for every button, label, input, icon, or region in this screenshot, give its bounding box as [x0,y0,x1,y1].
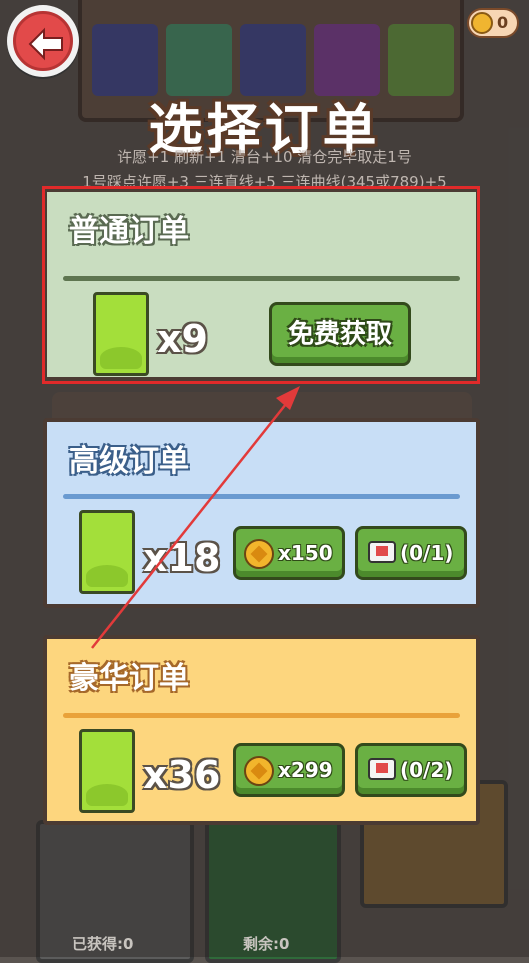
remaining-count: 剩余:0 [243,935,290,953]
obtained-count: 已获得:0 [72,935,134,953]
pointer-arrow-icon [91,386,300,649]
